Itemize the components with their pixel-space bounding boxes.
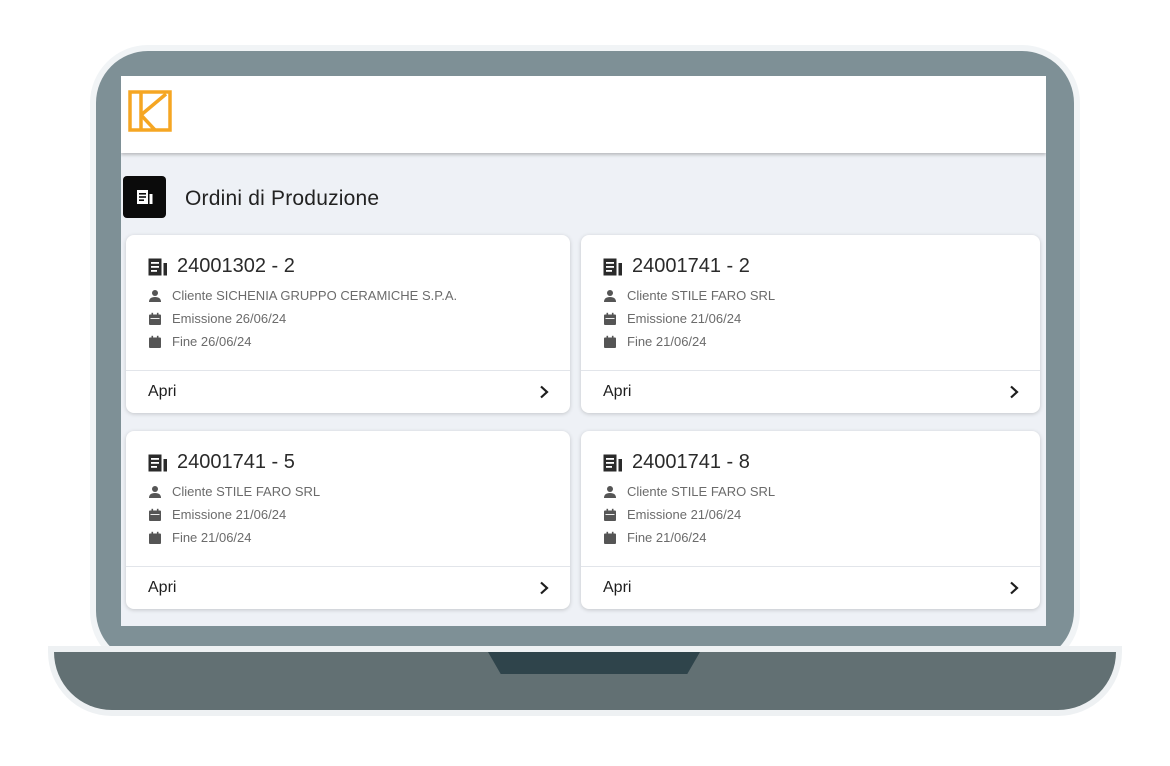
app-header xyxy=(121,76,1046,153)
calendar-icon xyxy=(604,531,616,544)
order-issue-date: Emissione 26/06/24 xyxy=(172,311,287,326)
person-icon xyxy=(604,289,616,302)
receipt-icon xyxy=(123,176,166,218)
person-icon xyxy=(149,485,161,498)
calendar-icon xyxy=(604,508,616,521)
order-issue-date: Emissione 21/06/24 xyxy=(172,507,287,522)
order-card: 24001302 - 2 Cliente SICHENIA GRUPPO CER… xyxy=(126,235,570,413)
receipt-icon xyxy=(603,258,622,275)
chevron-right-icon xyxy=(1010,581,1019,595)
brand-logo-icon[interactable] xyxy=(128,90,172,132)
laptop-notch xyxy=(488,652,700,674)
open-order-label: Apri xyxy=(603,579,632,596)
order-end-date: Fine 21/06/24 xyxy=(172,530,252,545)
calendar-icon xyxy=(149,531,161,544)
order-code: 24001302 - 2 xyxy=(177,255,295,277)
open-order-label: Apri xyxy=(603,383,632,400)
open-order-button[interactable]: Apri xyxy=(126,567,570,609)
calendar-icon xyxy=(604,335,616,348)
calendar-icon xyxy=(149,508,161,521)
open-order-button[interactable]: Apri xyxy=(126,371,570,413)
person-icon xyxy=(149,289,161,302)
order-end-date: Fine 21/06/24 xyxy=(627,530,707,545)
chevron-right-icon xyxy=(540,581,549,595)
order-end-date: Fine 21/06/24 xyxy=(627,334,707,349)
open-order-button[interactable]: Apri xyxy=(581,371,1040,413)
page-title: Ordini di Produzione xyxy=(185,187,380,210)
calendar-icon xyxy=(604,312,616,325)
chevron-right-icon xyxy=(1010,385,1019,399)
person-icon xyxy=(604,485,616,498)
order-end-date: Fine 26/06/24 xyxy=(172,334,252,349)
calendar-icon xyxy=(149,312,161,325)
open-order-button[interactable]: Apri xyxy=(581,567,1040,609)
receipt-icon xyxy=(603,454,622,471)
order-code: 24001741 - 2 xyxy=(632,255,750,277)
order-issue-date: Emissione 21/06/24 xyxy=(627,507,742,522)
order-code: 24001741 - 5 xyxy=(177,451,295,473)
app-screen: Ordini di Produzione 24001302 - 2 Client… xyxy=(121,76,1046,626)
open-order-label: Apri xyxy=(148,383,177,400)
order-code: 24001741 - 8 xyxy=(632,451,750,473)
order-card: 24001741 - 2 Cliente STILE FARO SRL Emis… xyxy=(581,235,1040,413)
order-customer: Cliente STILE FARO SRL xyxy=(627,484,776,499)
order-card: 24001741 - 5 Cliente STILE FARO SRL Emis… xyxy=(126,431,570,609)
order-customer: Cliente STILE FARO SRL xyxy=(627,288,776,303)
chevron-right-icon xyxy=(540,385,549,399)
calendar-icon xyxy=(149,335,161,348)
order-card: 24001741 - 8 Cliente STILE FARO SRL Emis… xyxy=(581,431,1040,609)
receipt-icon xyxy=(148,258,167,275)
order-issue-date: Emissione 21/06/24 xyxy=(627,311,742,326)
order-customer: Cliente STILE FARO SRL xyxy=(172,484,321,499)
open-order-label: Apri xyxy=(148,579,177,596)
order-customer: Cliente SICHENIA GRUPPO CERAMICHE S.P.A. xyxy=(172,288,458,303)
receipt-icon xyxy=(148,454,167,471)
